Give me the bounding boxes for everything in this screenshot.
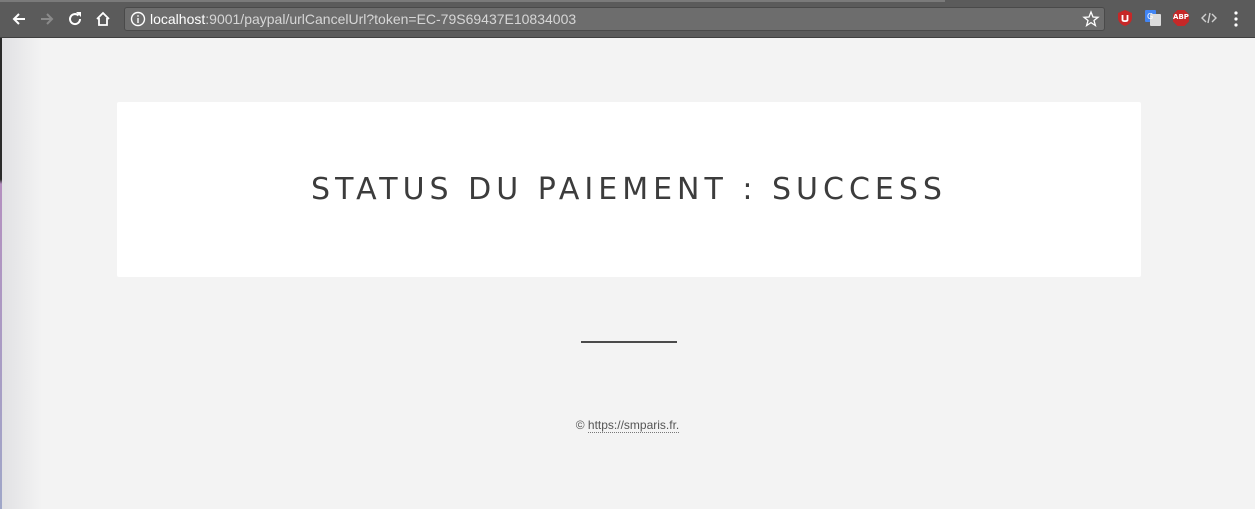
code-icon (1201, 12, 1217, 24)
arrow-left-icon (12, 13, 25, 25)
browser-toolbar: localhost:9001/paypal/urlCancelUrl?token… (0, 0, 1255, 38)
url-host: localhost (150, 11, 206, 27)
abp-label: ABP (1173, 13, 1189, 21)
status-card: STATUS DU PAIEMENT : SUCCESS (117, 102, 1141, 277)
arrow-right-icon (41, 13, 54, 25)
reload-button[interactable] (64, 8, 86, 30)
url-path: :9001/paypal/urlCancelUrl?token=EC-79S69… (205, 11, 577, 27)
google-translate-icon: G (1145, 10, 1161, 26)
translate-extension-button[interactable]: G (1144, 9, 1162, 27)
copyright-symbol: © (575, 418, 585, 432)
browser-menu-button[interactable] (1229, 9, 1243, 29)
payment-status-title: STATUS DU PAIEMENT : SUCCESS (311, 172, 947, 207)
adblock-plus-extension-button[interactable]: ABP (1172, 9, 1190, 27)
star-icon[interactable] (1082, 10, 1100, 28)
ublock-extension-button[interactable] (1116, 9, 1134, 27)
back-button[interactable] (8, 8, 30, 30)
forward-button[interactable] (36, 8, 58, 30)
window-shadow (2, 38, 42, 509)
url-text[interactable]: localhost:9001/paypal/urlCancelUrl?token… (150, 11, 576, 27)
svg-text:G: G (1147, 12, 1153, 21)
ublock-icon (1118, 10, 1132, 26)
code-extension-button[interactable] (1200, 9, 1218, 27)
home-icon (96, 11, 110, 26)
tab-strip-edge (0, 0, 945, 2)
info-icon[interactable] (130, 11, 146, 27)
address-bar[interactable]: localhost:9001/paypal/urlCancelUrl?token… (124, 7, 1105, 31)
reload-icon (69, 12, 82, 26)
page-footer: © https://smparis.fr. (0, 418, 1255, 433)
footer-site-link[interactable]: https://smparis.fr. (587, 418, 680, 433)
home-button[interactable] (92, 8, 114, 30)
section-divider (581, 341, 677, 343)
kebab-menu-icon (1234, 11, 1238, 27)
